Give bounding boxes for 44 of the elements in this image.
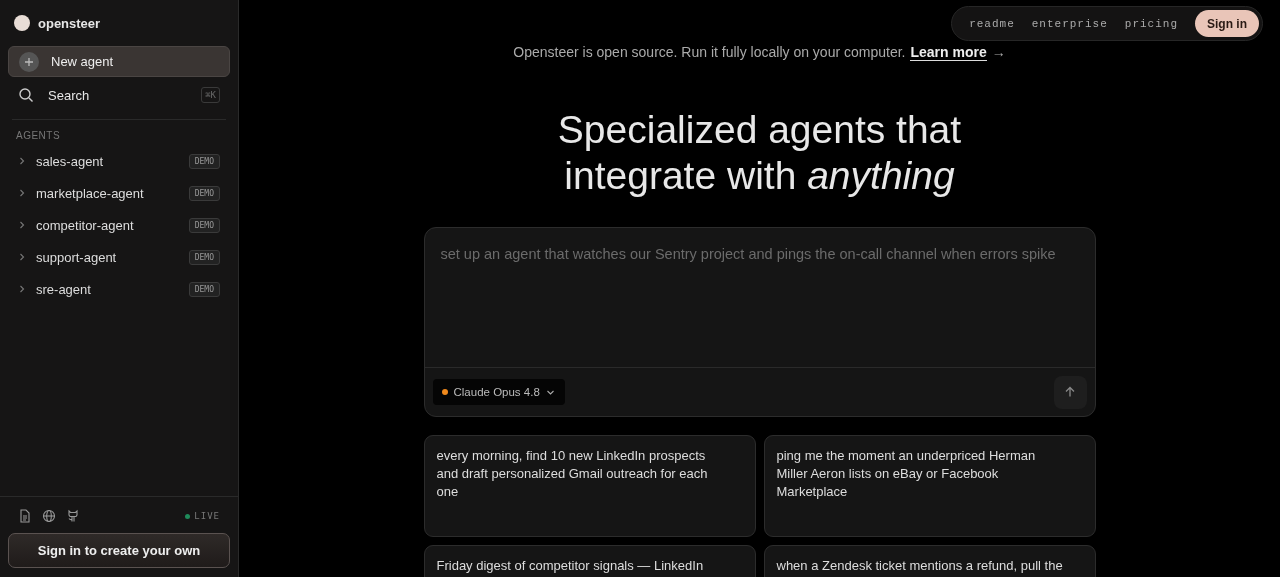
agent-item[interactable]: sales-agent DEMO (8, 145, 230, 177)
demo-badge: DEMO (188, 153, 220, 169)
agent-item[interactable]: sre-agent DEMO (8, 273, 230, 305)
suggestion-card[interactable]: when a Zendesk ticket mentions a refund, pull the (763, 545, 1096, 577)
sign-in-button[interactable]: Sign in to create your own (8, 533, 230, 568)
plus-icon (19, 51, 39, 72)
agent-name: marketplace-agent (36, 185, 145, 201)
nav-link[interactable]: pricing (1124, 17, 1178, 30)
agent-item[interactable]: marketplace-agent DEMO (8, 177, 230, 209)
agent-name: competitor-agent (36, 217, 135, 233)
demo-badge: DEMO (188, 217, 220, 233)
suggestion-card[interactable]: Friday digest of competitor signals — LinkedIn (423, 545, 756, 577)
agent-name: support-agent (36, 249, 118, 265)
document-icon[interactable] (18, 509, 32, 523)
globe-icon[interactable] (42, 509, 56, 523)
nav-link[interactable]: readme (969, 17, 1015, 30)
prompt-composer[interactable]: set up an agent that watches our Sentry project and pings the on-call channel when errors spike Claude Opus 4.8 (423, 227, 1096, 417)
send-button[interactable] (1053, 375, 1087, 409)
agent-item[interactable]: support-agent DEMO (8, 241, 230, 273)
hero-title: integrate with anything (564, 153, 955, 199)
shortcut-badge: ⌘K (201, 87, 220, 103)
brand-name: opensteer (38, 15, 101, 31)
model-dropdown[interactable]: Claude Opus 4.8 (432, 379, 565, 405)
demo-badge: DEMO (188, 281, 220, 297)
suggestion-card[interactable]: every morning, find 10 new LinkedIn prospects and draft personalized Gmail outreach for each one (423, 435, 756, 537)
learn-more-link[interactable]: Learn more (910, 44, 987, 61)
agent-item[interactable]: competitor-agent DEMO (8, 209, 230, 241)
search-icon (18, 87, 34, 103)
arrow-up-icon (1064, 386, 1076, 398)
sign-in-button[interactable]: Sign in (1195, 10, 1259, 37)
agent-name: sales-agent (36, 153, 105, 169)
hero-title: Specialized agents that (557, 107, 962, 153)
section-label: AGENTS (15, 130, 62, 141)
status-label: LIVE (194, 511, 220, 521)
demo-badge: DEMO (188, 249, 220, 265)
arrow-icon: → (991, 44, 1006, 60)
search-item[interactable]: Search ⌘K (8, 78, 230, 112)
logo-icon (14, 15, 30, 31)
demo-badge: DEMO (188, 185, 220, 201)
banner-text: Opensteer is open source. Run it fully locally on your computer. (513, 44, 906, 60)
new-agent-button[interactable]: New agent (8, 46, 230, 77)
nav-link[interactable]: enterprise (1031, 17, 1108, 30)
suggestion-card[interactable]: ping me the moment an underpriced Herman Miller Aeron lists on eBay or Facebook Marketplace (763, 435, 1096, 537)
agent-name: sre-agent (36, 281, 92, 297)
